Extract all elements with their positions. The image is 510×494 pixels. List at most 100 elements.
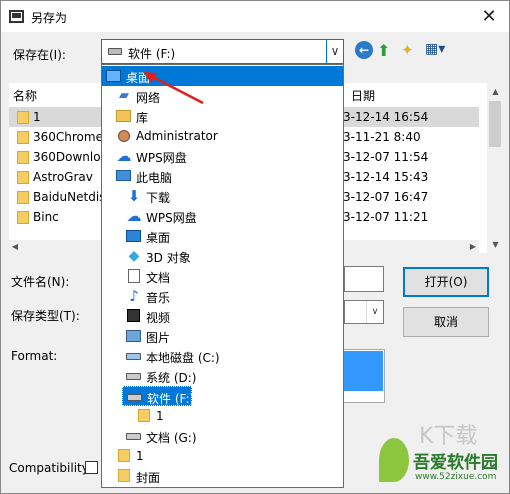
dropdown-item-drive-d[interactable]: 系统 (D:) <box>102 366 343 386</box>
dropdown-item-3d-objects[interactable]: ◆ 3D 对象 <box>102 246 343 266</box>
dropdown-item-folder-1[interactable]: 1 <box>102 406 343 426</box>
new-folder-icon[interactable]: ✦ <box>401 41 419 59</box>
dropdown-item-administrator[interactable]: Administrator <box>102 126 343 146</box>
dropdown-item-wps-cloud-2[interactable]: ☁ WPS网盘 <box>102 206 343 226</box>
app-icon <box>9 10 24 23</box>
save-in-dropdown[interactable]: 桌面 ▰ 网络 库 Administrator ☁ WPS网盘 此电脑 ⬇ 下载… <box>101 64 344 488</box>
scroll-thumb[interactable] <box>489 101 501 147</box>
file-date: 3-12-07 16:47 <box>343 190 429 204</box>
cancel-button[interactable]: 取消 <box>403 307 489 337</box>
dropdown-item-label: 封面 <box>136 471 161 485</box>
network-icon: ▰ <box>119 88 129 103</box>
dropdown-item-pictures[interactable]: 图片 <box>102 326 343 346</box>
dropdown-item-drive-c[interactable]: 本地磁盘 (C:) <box>102 346 343 366</box>
folder-icon <box>118 469 130 482</box>
file-date: 3-11-21 8:40 <box>343 130 421 144</box>
dropdown-item-documents[interactable]: 文档 <box>102 266 343 286</box>
format-selected-item[interactable] <box>343 351 383 391</box>
up-folder-icon[interactable]: ⬆ <box>377 41 395 60</box>
3d-objects-icon: ◆ <box>128 248 140 264</box>
file-date: 3-12-14 15:43 <box>343 170 429 184</box>
dropdown-item-videos[interactable]: 视频 <box>102 306 343 326</box>
dropdown-item-label: 网络 <box>136 91 161 105</box>
back-arrow-icon[interactable]: ← <box>355 41 373 59</box>
watermark-logo <box>379 438 409 482</box>
dropdown-item-downloads[interactable]: ⬇ 下载 <box>102 186 343 206</box>
dropdown-item-label: Administrator <box>136 129 218 143</box>
download-icon: ⬇ <box>127 187 141 205</box>
dropdown-item-library[interactable]: 库 <box>102 106 343 126</box>
cloud-icon: ☁ <box>126 207 142 225</box>
column-header-date[interactable]: 日期 <box>351 87 375 104</box>
dropdown-item-drive-f[interactable]: 软件 (F:) <box>122 386 195 406</box>
scroll-left-icon[interactable]: ◀ <box>9 240 21 254</box>
folder-icon <box>118 449 130 462</box>
dropdown-item-this-pc[interactable]: 此电脑 <box>102 166 343 186</box>
dropdown-item-label: 库 <box>136 111 149 125</box>
filetype-combo[interactable]: ∨ <box>344 300 384 324</box>
dropdown-item-label: 1 <box>156 409 164 423</box>
video-icon <box>127 309 140 322</box>
save-in-combo[interactable]: 软件 (F:) ∨ <box>101 39 344 64</box>
dropdown-item-music[interactable]: ♪ 音乐 <box>102 286 343 306</box>
watermark-overlay-text: K下载 <box>419 424 478 449</box>
dropdown-item-wps-cloud[interactable]: ☁ WPS网盘 <box>102 146 343 166</box>
save-as-dialog: 另存为 ✕ 保存在(I): 软件 (F:) ∨ ← ⬆ ✦ ▦▾ 名称 日期 1… <box>0 0 510 494</box>
file-date: 3-12-14 16:54 <box>343 110 429 124</box>
music-icon: ♪ <box>129 287 139 305</box>
dropdown-item-label: 系统 (D:) <box>146 371 197 385</box>
dropdown-item-folder-1-desktop[interactable]: 1 <box>102 446 343 466</box>
file-name: AstroGrav <box>33 170 93 184</box>
dropdown-item-label: 本地磁盘 (C:) <box>146 351 220 365</box>
format-list[interactable] <box>341 349 385 403</box>
dropdown-item-label: 此电脑 <box>136 171 173 185</box>
chevron-down-icon[interactable]: ∨ <box>326 40 343 63</box>
watermark: K下载 吾爱软件园 www.52zixue.com <box>379 424 509 492</box>
file-name: Binc <box>33 210 59 224</box>
dropdown-item-label: 视频 <box>146 311 171 325</box>
watermark-url: www.52zixue.com <box>415 472 497 482</box>
system-drive-icon <box>126 353 141 360</box>
file-date: 3-12-07 11:21 <box>343 210 429 224</box>
dropdown-item-desktop-2[interactable]: 桌面 <box>102 226 343 246</box>
open-button[interactable]: 打开(O) <box>403 267 489 297</box>
dropdown-item-network[interactable]: ▰ 网络 <box>102 86 343 106</box>
folder-icon <box>17 211 29 224</box>
dropdown-item-label: WPS网盘 <box>136 151 187 165</box>
vertical-scrollbar[interactable]: ▲ ▼ <box>487 83 504 253</box>
view-menu-icon[interactable]: ▦▾ <box>425 41 451 59</box>
drive-icon <box>108 48 122 55</box>
cloud-icon: ☁ <box>116 147 132 165</box>
desktop-icon <box>126 230 141 242</box>
compatibility-checkbox[interactable] <box>85 461 98 474</box>
dropdown-item-label: 文档 (G:) <box>146 431 197 445</box>
folder-icon <box>17 171 29 184</box>
format-label: Format: <box>11 349 58 363</box>
save-in-label: 保存在(I): <box>13 48 66 62</box>
close-button[interactable]: ✕ <box>469 1 509 32</box>
scroll-down-icon[interactable]: ▼ <box>487 236 504 253</box>
dropdown-item-label: 图片 <box>146 331 171 345</box>
computer-icon <box>116 170 131 181</box>
drive-icon <box>126 433 141 440</box>
scroll-up-icon[interactable]: ▲ <box>487 83 504 100</box>
dropdown-item-desktop[interactable]: 桌面 <box>102 66 343 86</box>
dropdown-item-label: 1 <box>136 449 144 463</box>
folder-icon <box>17 191 29 204</box>
title-bar: 另存为 ✕ <box>1 1 509 32</box>
chevron-down-icon[interactable]: ∨ <box>366 301 383 323</box>
dropdown-item-label: WPS网盘 <box>146 211 197 225</box>
dropdown-item-label: 软件 (F:) <box>147 392 195 406</box>
folder-icon <box>138 409 150 422</box>
pictures-icon <box>126 330 141 342</box>
filename-field[interactable] <box>344 266 384 292</box>
dropdown-item-label: 下载 <box>146 191 171 205</box>
dropdown-item-cover[interactable]: 封面 <box>102 466 343 486</box>
desktop-icon <box>106 70 121 82</box>
dropdown-item-drive-g[interactable]: 文档 (G:) <box>102 426 343 446</box>
folder-icon <box>17 111 29 124</box>
file-date: 3-12-07 11:54 <box>343 150 429 164</box>
column-header-name[interactable]: 名称 <box>13 87 37 104</box>
compatibility-label: Compatibility: <box>9 461 93 475</box>
scroll-right-icon[interactable]: ▶ <box>467 240 479 254</box>
